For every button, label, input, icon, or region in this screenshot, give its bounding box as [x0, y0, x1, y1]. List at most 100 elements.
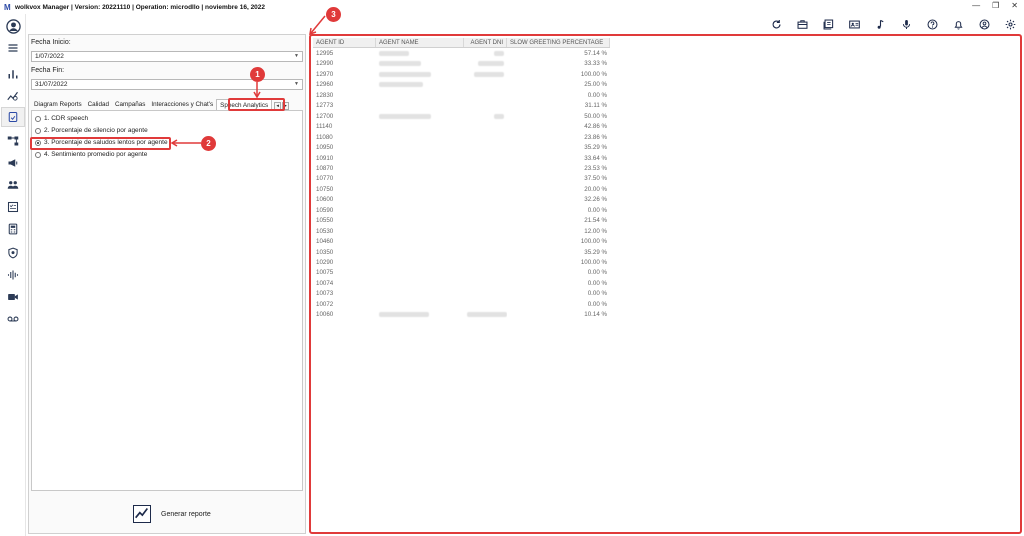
- redacted-text: [494, 113, 504, 119]
- table-row[interactable]: 10074 0.00 %: [313, 279, 610, 289]
- bar-chart-icon[interactable]: [0, 64, 26, 84]
- agent-name-cell: [376, 300, 464, 310]
- book-icon[interactable]: [820, 16, 836, 32]
- table-row[interactable]: 10590 0.00 %: [313, 206, 610, 216]
- table-row[interactable]: 10600 32.26 %: [313, 195, 610, 205]
- table-row[interactable]: 10750 20.00 %: [313, 185, 610, 195]
- reports-icon[interactable]: [1, 107, 25, 127]
- tab-interacciones-chats[interactable]: Interacciones y Chat's: [148, 99, 216, 110]
- generate-report-label: Generar reporte: [161, 510, 211, 518]
- account-icon[interactable]: [976, 16, 992, 32]
- users-group-icon[interactable]: [0, 175, 26, 195]
- start-date-value: 1/07/2022: [35, 53, 64, 60]
- report-option-cdr-speech[interactable]: 1. CDR speech: [35, 115, 88, 122]
- table-row[interactable]: 10073 0.00 %: [313, 289, 610, 299]
- column-agent-dni[interactable]: AGENT DNI: [464, 38, 507, 47]
- report-option-sentiment[interactable]: 4. Sentimiento promedio por agente: [35, 151, 147, 158]
- column-agent-name[interactable]: AGENT NAME: [376, 38, 464, 47]
- table-row[interactable]: 10075 0.00 %: [313, 268, 610, 278]
- tab-diagram-reports[interactable]: Diagram Reports: [31, 99, 85, 110]
- radio-button[interactable]: [35, 115, 41, 122]
- slow-greeting-percentage-cell: 35.29 %: [584, 248, 607, 256]
- flow-icon[interactable]: [0, 131, 26, 151]
- table-row[interactable]: 10870 23.53 %: [313, 164, 610, 174]
- calculator-icon[interactable]: [0, 219, 26, 239]
- settings-icon[interactable]: [1002, 16, 1018, 32]
- generate-report-button[interactable]: Generar reporte: [133, 505, 211, 523]
- tab-campanas[interactable]: Campañas: [112, 99, 148, 110]
- slow-greeting-percentage-cell: 12.00 %: [584, 227, 607, 235]
- end-date-field[interactable]: 31/07/2022 ▼: [31, 79, 303, 90]
- slow-greeting-percentage-cell: 0.00 %: [587, 206, 607, 214]
- table-row[interactable]: 12700 50.00 %: [313, 112, 610, 122]
- campaign-icon[interactable]: [0, 153, 26, 173]
- table-row[interactable]: 12773 31.11 %: [313, 101, 610, 111]
- agent-dni-cell: [464, 258, 507, 268]
- table-row[interactable]: 12830 0.00 %: [313, 91, 610, 101]
- checklist-icon[interactable]: [0, 197, 26, 217]
- agent-id-cell: 10910: [316, 154, 334, 162]
- window-title: wolkvox Manager | Version: 20221110 | Op…: [15, 3, 266, 11]
- tab-calidad[interactable]: Calidad: [85, 99, 112, 110]
- table-row[interactable]: 10910 33.64 %: [313, 154, 610, 164]
- table-row[interactable]: 10072 0.00 %: [313, 300, 610, 310]
- shield-icon[interactable]: [0, 243, 26, 263]
- title-bar: M wolkvox Manager | Version: 20221110 | …: [0, 0, 1024, 14]
- table-row[interactable]: 11140 42.86 %: [313, 122, 610, 132]
- table-row[interactable]: 10950 35.29 %: [313, 143, 610, 153]
- radio-button[interactable]: [35, 127, 41, 134]
- table-row[interactable]: 10550 21.54 %: [313, 216, 610, 226]
- column-slow-greeting-percentage[interactable]: SLOW GREETING PERCENTAGE: [507, 38, 610, 47]
- close-button[interactable]: ✕: [1011, 1, 1018, 10]
- music-note-icon[interactable]: [872, 16, 888, 32]
- table-row[interactable]: 10290 100.00 %: [313, 258, 610, 268]
- agent-id-cell: 10074: [316, 279, 334, 287]
- voicemail-icon[interactable]: [0, 309, 26, 329]
- agent-id-cell: 10550: [316, 217, 334, 225]
- window-controls: — ❐ ✕: [972, 1, 1018, 10]
- trend-chart-icon[interactable]: [133, 505, 151, 523]
- agent-id-cell: 10075: [316, 269, 334, 277]
- chevron-down-icon[interactable]: ▼: [294, 80, 299, 89]
- chevron-down-icon[interactable]: ▼: [294, 52, 299, 61]
- audio-wave-icon[interactable]: [0, 265, 26, 285]
- table-row[interactable]: 10350 35.29 %: [313, 248, 610, 258]
- table-row[interactable]: 12990 33.33 %: [313, 59, 610, 69]
- microphone-icon[interactable]: [898, 16, 914, 32]
- top-toolbar: [768, 16, 1018, 32]
- slow-greeting-percentage-cell: 100.00 %: [580, 259, 607, 266]
- menu-icon[interactable]: [0, 38, 26, 58]
- radio-button[interactable]: [35, 151, 41, 158]
- agent-name-cell: [376, 59, 464, 69]
- bell-icon[interactable]: [950, 16, 966, 32]
- column-agent-id[interactable]: AGENT ID: [313, 38, 376, 47]
- agent-id-cell: 10290: [316, 259, 334, 266]
- agent-dni-cell: [464, 279, 507, 289]
- table-row[interactable]: 10530 12.00 %: [313, 227, 610, 237]
- help-icon[interactable]: [924, 16, 940, 32]
- start-date-field[interactable]: 1/07/2022 ▼: [31, 51, 303, 62]
- agent-name-cell: [376, 174, 464, 184]
- report-option-silence[interactable]: 2. Porcentaje de silencio por agente: [35, 127, 148, 134]
- contact-card-icon[interactable]: [846, 16, 862, 32]
- table-row[interactable]: 12960 25.00 %: [313, 80, 610, 90]
- table-row[interactable]: 12995 57.14 %: [313, 49, 610, 59]
- briefcase-icon[interactable]: [794, 16, 810, 32]
- slow-greeting-percentage-cell: 57.14 %: [584, 50, 607, 57]
- table-row[interactable]: 12970 100.00 %: [313, 70, 610, 80]
- table-row[interactable]: 10060 10.14 %: [313, 310, 610, 320]
- minimize-button[interactable]: —: [972, 1, 980, 10]
- agent-id-cell: 10530: [316, 227, 334, 235]
- user-avatar-icon[interactable]: [0, 15, 26, 37]
- video-icon[interactable]: [0, 287, 26, 307]
- redacted-text: [494, 50, 504, 56]
- agent-name-cell: [376, 49, 464, 59]
- agent-id-cell: 10072: [316, 300, 334, 308]
- refresh-icon[interactable]: [768, 16, 784, 32]
- restore-button[interactable]: ❐: [992, 1, 999, 10]
- analytics-icon[interactable]: [0, 86, 26, 106]
- table-row[interactable]: 11080 23.86 %: [313, 133, 610, 143]
- highlight-slow-greeting-option: [30, 137, 171, 150]
- table-row[interactable]: 10770 37.50 %: [313, 174, 610, 184]
- table-row[interactable]: 10460 100.00 %: [313, 237, 610, 247]
